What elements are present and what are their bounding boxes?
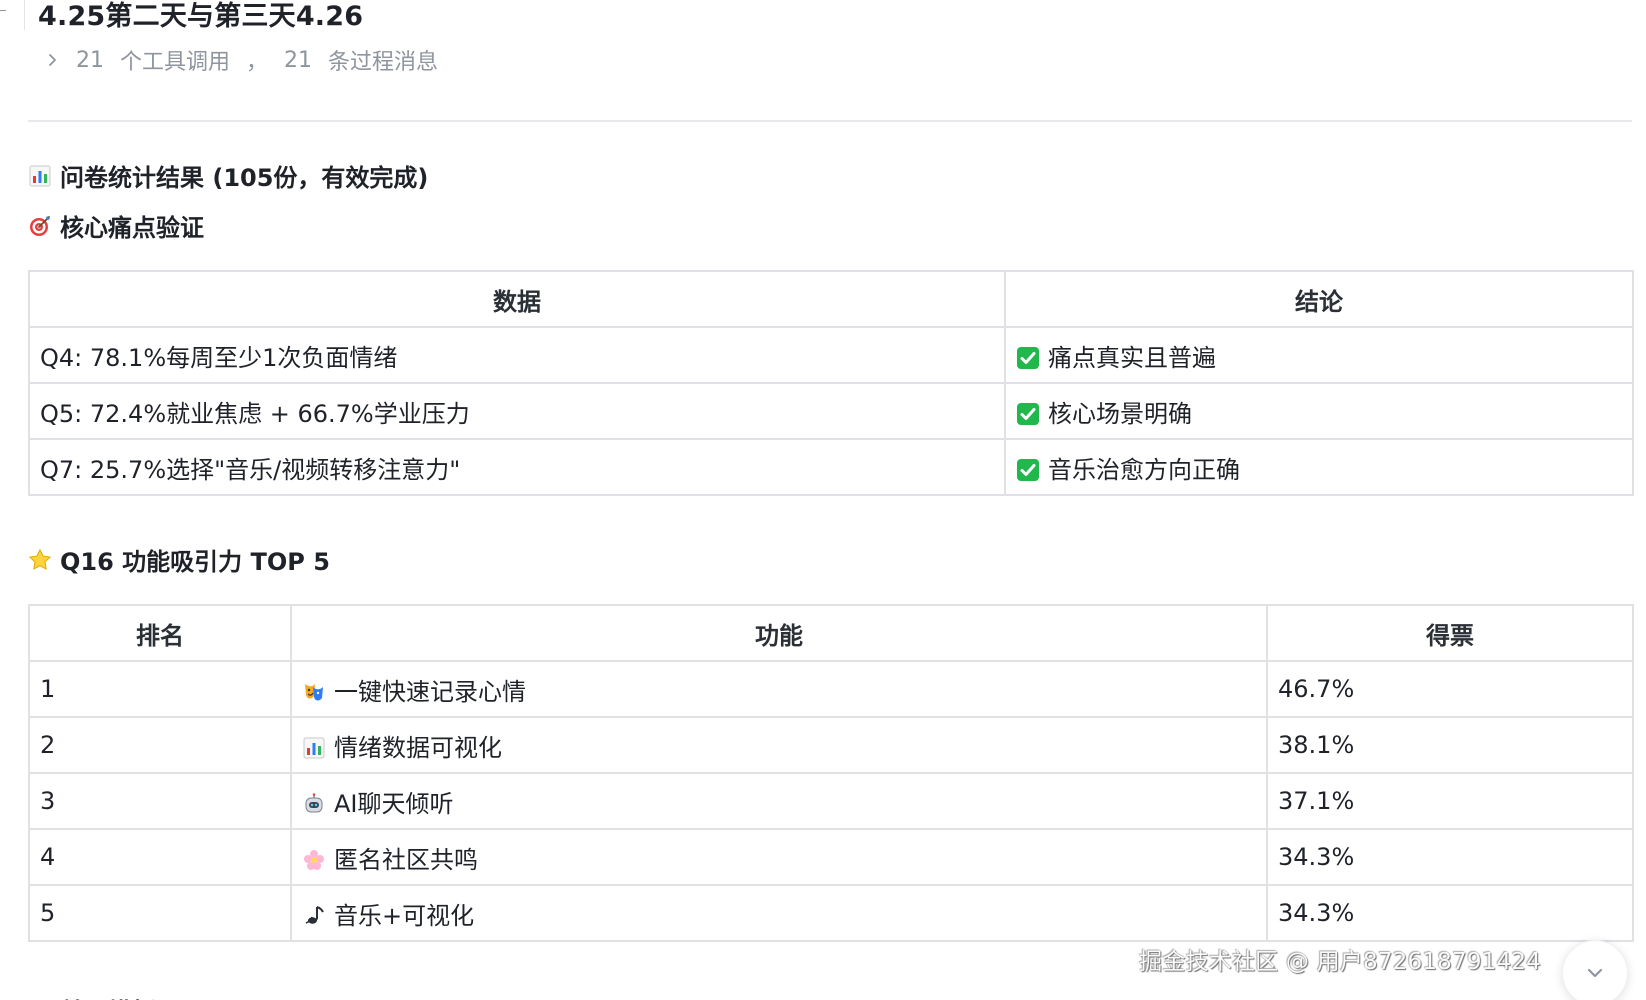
bar-chart-icon [303,737,325,758]
feature-name: 情绪数据可视化 [334,733,502,762]
flower-icon [304,849,324,870]
votes-cell: 34.3% [1266,828,1634,886]
message-label: 条过程消息 [328,50,439,75]
column-header-votes: 得票 [1266,604,1634,662]
conclusion-cell: 痛点真实且普遍 [1004,326,1634,384]
column-header-feature: 功能 [290,604,1268,662]
table-row: Q5: 72.4%就业焦虑 + 66.7%学业压力 核心场景明确 [28,382,1634,440]
rank-cell: 2 [28,716,292,774]
data-cell: Q4: 78.1%每周至少1次负面情绪 [28,326,1006,384]
next-section-heading-partial: 首页模板 [28,992,156,1000]
table-row: 3 AI聊天倾听 37.1% [28,772,1634,830]
checkmark-icon [1017,346,1039,369]
rank-cell: 5 [28,884,292,942]
question-data: : 78.1%每周至少1次负面情绪 [74,343,398,372]
feature-top5-title: Q16 功能吸引力 TOP 5 [60,548,330,576]
table-header-row: 数据 结论 [28,270,1634,328]
document-title: 4.25第二天与第三天4.26 [38,1,364,32]
core-pain-point-title: 核心痛点验证 [60,214,204,242]
tool-label: 个工具调用 [120,50,231,75]
data-cell: Q5: 72.4%就业焦虑 + 66.7%学业压力 [28,382,1006,440]
star-icon [28,548,52,570]
conclusion-cell: 音乐治愈方向正确 [1004,438,1634,496]
feature-name: 音乐+可视化 [334,901,475,930]
question-label: Q7 [40,455,75,484]
column-header-data: 数据 [28,270,1006,328]
feature-cell: 音乐+可视化 [290,884,1268,942]
bar-chart-icon [29,165,51,186]
votes-cell: 37.1% [1266,772,1634,830]
column-header-rank: 排名 [28,604,292,662]
title-bar: 4.25第二天与第三天4.26 [0,0,1646,34]
table-row: 2 情绪数据可视化 38.1% [28,716,1634,774]
votes-cell: 46.7% [1266,660,1634,718]
rank-cell: 1 [28,660,292,718]
question-data: : 25.7%选择"音乐/视频转移注意力" [74,455,461,484]
table-row: 4 匿名社区共鸣 34.3% [28,828,1634,886]
votes-cell: 38.1% [1266,716,1634,774]
robot-icon [305,792,323,812]
table-row: Q7: 25.7%选择"音乐/视频转移注意力" 音乐治愈方向正确 [28,438,1634,496]
document-page: 4.25第二天与第三天4.26 21 个工具调用 ， 21 条过程消息 问卷统计… [0,0,1646,1000]
feature-cell: 一键快速记录心情 [290,660,1268,718]
conclusion-text: 痛点真实且普遍 [1048,343,1216,372]
section-divider [28,120,1632,122]
target-icon [30,215,50,236]
question-data: : 72.4%就业焦虑 + 66.7%学业压力 [74,399,470,428]
table-header-row: 排名 功能 得票 [28,604,1634,662]
question-label: Q4 [40,343,75,372]
core-pain-point-table: 数据 结论 Q4: 78.1%每周至少1次负面情绪 痛点真实且普遍 Q5: 72… [28,270,1634,496]
tool-summary-toggle[interactable]: 21 个工具调用 ， 21 条过程消息 [46,44,438,76]
conclusion-cell: 核心场景明确 [1004,382,1634,440]
tool-count: 21 [76,47,104,73]
scroll-down-button[interactable] [1562,940,1628,1000]
mask-icon [305,683,323,701]
conclusion-text: 音乐治愈方向正确 [1048,455,1240,484]
table-row: 1 一键快速记录心情 46.7% [28,660,1634,718]
conclusion-text: 核心场景明确 [1048,399,1192,428]
watermark-text: 掘金技术社区 @ 用户872618791424 [1139,949,1541,975]
question-label: Q5 [40,399,75,428]
feature-top5-table: 排名 功能 得票 1 一键快速记录心情 46.7% 2 情绪数据可视化 38.1… [28,604,1634,942]
message-count: 21 [284,47,313,73]
feature-top5-heading: Q16 功能吸引力 TOP 5 [28,542,330,577]
table-row: 5 音乐+可视化 34.3% [28,884,1634,942]
chevron-right-icon [49,54,56,66]
left-marker [0,10,6,11]
feature-cell: AI聊天倾听 [290,772,1268,830]
checkmark-icon [1017,458,1039,481]
feature-name: 一键快速记录心情 [334,677,526,706]
rank-cell: 3 [28,772,292,830]
left-rail [24,0,25,30]
data-cell: Q7: 25.7%选择"音乐/视频转移注意力" [28,438,1006,496]
feature-name: 匿名社区共鸣 [334,845,478,874]
checkmark-icon [1017,402,1039,425]
chevron-down-icon [1587,968,1603,978]
feature-cell: 匿名社区共鸣 [290,828,1268,886]
summary-separator: ， [246,50,269,75]
core-pain-point-heading: 核心痛点验证 [28,208,204,243]
feature-cell: 情绪数据可视化 [290,716,1268,774]
survey-results-heading: 问卷统计结果 (105份，有效完成) [28,158,428,193]
table-row: Q4: 78.1%每周至少1次负面情绪 痛点真实且普遍 [28,326,1634,384]
feature-name: AI聊天倾听 [334,789,454,818]
column-header-conclusion: 结论 [1004,270,1634,328]
music-note-icon [305,905,324,924]
rank-cell: 4 [28,828,292,886]
next-section-title: 首页模板 [60,992,156,1000]
votes-cell: 34.3% [1266,884,1634,942]
survey-results-title: 问卷统计结果 (105份，有效完成) [60,164,429,192]
